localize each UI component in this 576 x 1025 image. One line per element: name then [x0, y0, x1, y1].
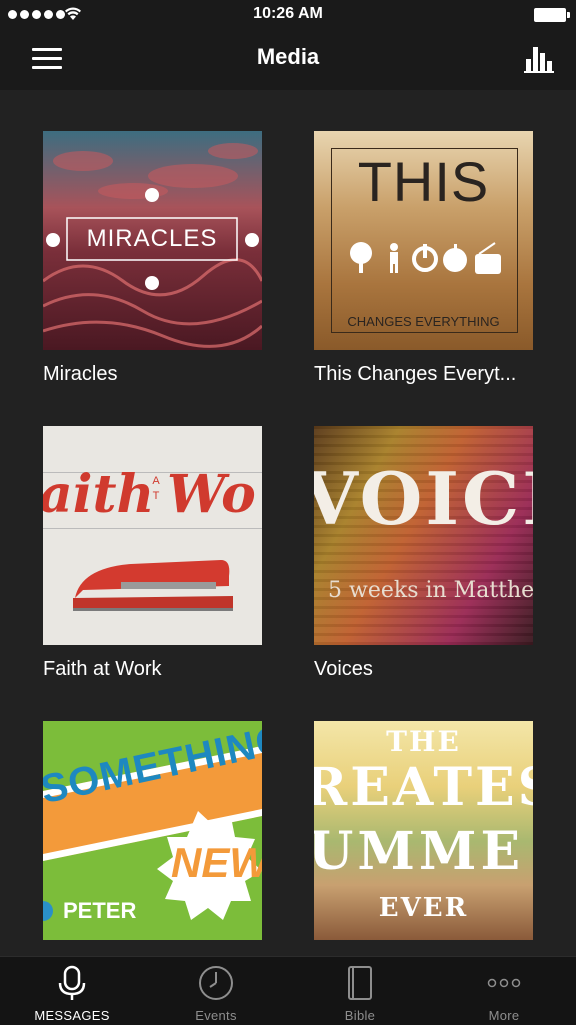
bar-chart-icon: [524, 47, 554, 73]
artwork-subtitle: 5 weeks in Matthew: [328, 578, 533, 603]
tab-label: Events: [195, 1008, 237, 1023]
artwork-title: aith: [43, 464, 155, 525]
artwork-title: THIS: [357, 150, 490, 213]
media-title: Miracles: [43, 363, 118, 385]
series-artwork: THE REATES UMME EVER: [314, 721, 533, 940]
series-artwork: VOICES 5 weeks in Matthew: [314, 426, 533, 645]
status-time: 10:26 AM: [253, 5, 323, 22]
media-title: Faith at Work: [43, 658, 162, 680]
artwork-title-2: NEW: [171, 839, 262, 886]
series-artwork: SOMETHING NEW PETER: [43, 721, 262, 940]
book-icon: [348, 966, 372, 1000]
artwork-icons: [350, 242, 501, 274]
media-item-this-changes-everything[interactable]: THIS CHANGES EVERYTHING This Changes Eve…: [314, 131, 533, 386]
media-item-greatest-summer-ever[interactable]: THE REATES UMME EVER: [314, 721, 533, 953]
artwork-subtitle: PETER: [63, 898, 137, 923]
artwork-subtitle: CHANGES EVERYTHING: [347, 314, 500, 329]
media-item-something-new[interactable]: SOMETHING NEW PETER: [43, 721, 262, 953]
media-item-miracles[interactable]: MIRACLES Miracles: [43, 131, 262, 386]
battery-icon: [534, 8, 570, 22]
tab-more[interactable]: More: [432, 957, 576, 1025]
clock-icon: [199, 966, 233, 1000]
series-artwork: aith A T Wo: [43, 426, 262, 645]
artwork-title: VOICES: [314, 456, 533, 541]
series-artwork: THIS CHANGES EVERYTHING: [314, 131, 533, 350]
page-title: Media: [256, 44, 320, 69]
media-title: Voices: [314, 658, 373, 680]
artwork-title: MIRACLES: [86, 225, 218, 252]
artwork-title: THE: [386, 725, 461, 758]
tab-messages[interactable]: MESSAGES: [0, 957, 144, 1025]
media-item-voices[interactable]: VOICES 5 weeks in Matthew Voices: [314, 426, 533, 681]
artwork-title-2: Wo: [167, 464, 256, 525]
tab-label: Bible: [344, 1008, 376, 1023]
tab-events[interactable]: Events: [144, 957, 288, 1025]
tab-label: MESSAGES: [34, 1008, 110, 1023]
tab-label: More: [488, 1008, 520, 1023]
navigation-bar: Media: [0, 30, 576, 90]
stapler-icon: [73, 560, 233, 611]
media-title: This Changes Everyt...: [314, 363, 517, 385]
media-item-faith-at-work[interactable]: aith A T Wo Faith at Work: [43, 426, 262, 681]
media-grid: MIRACLES Miracles THIS CHANGES EVERYTHIN…: [0, 90, 576, 956]
artwork-subtitle: EVER: [378, 893, 469, 923]
stats-button[interactable]: [524, 45, 554, 73]
status-bar: 10:26 AM: [0, 0, 576, 30]
series-artwork: MIRACLES: [43, 131, 262, 350]
tab-bar: MESSAGES Events Bible More: [0, 956, 576, 1025]
tab-bible[interactable]: Bible: [288, 957, 432, 1025]
artwork-small-text: A T: [152, 475, 160, 502]
artwork-title-2: REATES: [314, 757, 533, 818]
artwork-title-3: UMME: [314, 821, 525, 882]
microphone-icon: [58, 965, 86, 1000]
more-dots-icon: [487, 978, 521, 988]
